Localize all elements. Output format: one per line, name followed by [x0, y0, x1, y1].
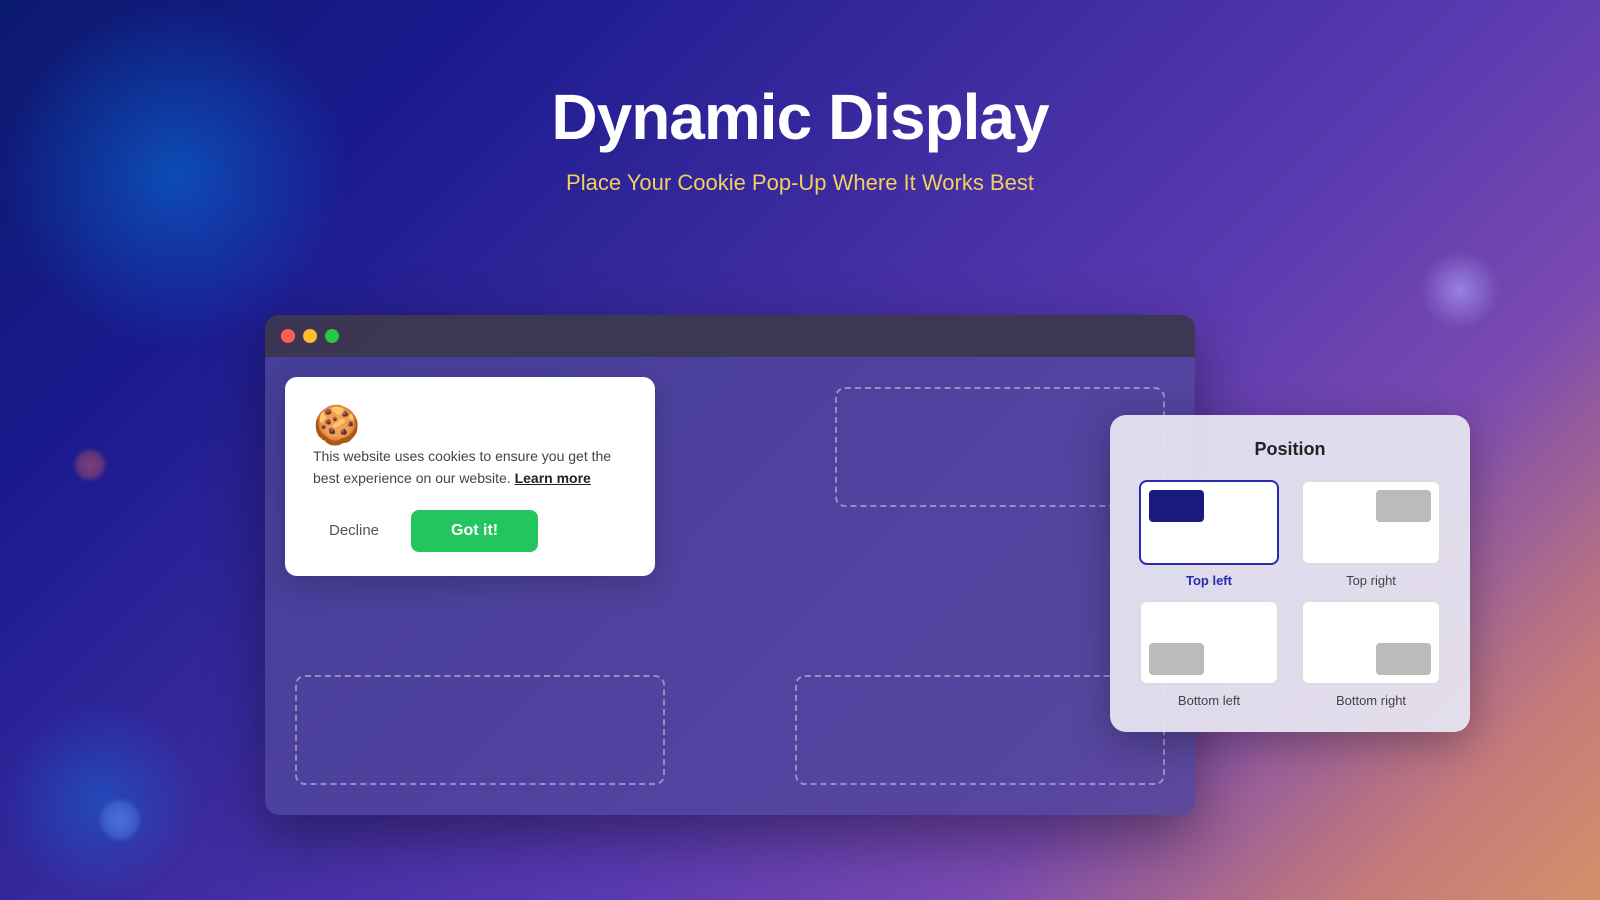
position-option-top-right[interactable]: Top right [1296, 480, 1446, 588]
traffic-light-yellow[interactable] [303, 329, 317, 343]
decline-button[interactable]: Decline [313, 512, 395, 549]
cookie-buttons: Decline Got it! [313, 510, 627, 552]
bg-blob-tr [1420, 250, 1500, 330]
placeholder-bottom-left [295, 675, 665, 785]
got-it-button[interactable]: Got it! [411, 510, 538, 552]
position-option-top-left[interactable]: Top left [1134, 480, 1284, 588]
browser-window: 🍪 This website uses cookies to ensure yo… [265, 315, 1195, 815]
mini-cookie-bottom-right [1376, 643, 1431, 675]
traffic-light-green[interactable] [325, 329, 339, 343]
position-grid: Top left Top right Bottom left Bottom ri… [1134, 480, 1446, 708]
page-header: Dynamic Display Place Your Cookie Pop-Up… [0, 0, 1600, 196]
browser-content: 🍪 This website uses cookies to ensure yo… [265, 357, 1195, 815]
position-option-bottom-right[interactable]: Bottom right [1296, 600, 1446, 708]
mini-cookie-bottom-left [1149, 643, 1204, 675]
position-preview-top-right [1301, 480, 1441, 565]
position-label-bottom-right: Bottom right [1336, 693, 1406, 708]
deco-circle-2 [100, 800, 140, 840]
position-panel: Position Top left Top right Bottom left [1110, 415, 1470, 732]
position-panel-title: Position [1134, 439, 1446, 460]
position-preview-bottom-right [1301, 600, 1441, 685]
position-label-bottom-left: Bottom left [1178, 693, 1240, 708]
page-title: Dynamic Display [0, 80, 1600, 154]
position-option-bottom-left[interactable]: Bottom left [1134, 600, 1284, 708]
cookie-icon: 🍪 [313, 405, 360, 447]
position-preview-bottom-left [1139, 600, 1279, 685]
cookie-popup: 🍪 This website uses cookies to ensure yo… [285, 377, 655, 576]
deco-circle-1 [75, 450, 105, 480]
cookie-body-text: This website uses cookies to ensure you … [313, 445, 627, 490]
page-subtitle: Place Your Cookie Pop-Up Where It Works … [0, 170, 1600, 196]
bg-blob-bl [0, 700, 200, 900]
position-label-top-left: Top left [1186, 573, 1232, 588]
traffic-light-red[interactable] [281, 329, 295, 343]
position-preview-top-left [1139, 480, 1279, 565]
position-label-top-right: Top right [1346, 573, 1396, 588]
learn-more-link[interactable]: Learn more [515, 470, 591, 486]
mini-cookie-top-left [1149, 490, 1204, 522]
browser-titlebar [265, 315, 1195, 357]
mini-cookie-top-right [1376, 490, 1431, 522]
